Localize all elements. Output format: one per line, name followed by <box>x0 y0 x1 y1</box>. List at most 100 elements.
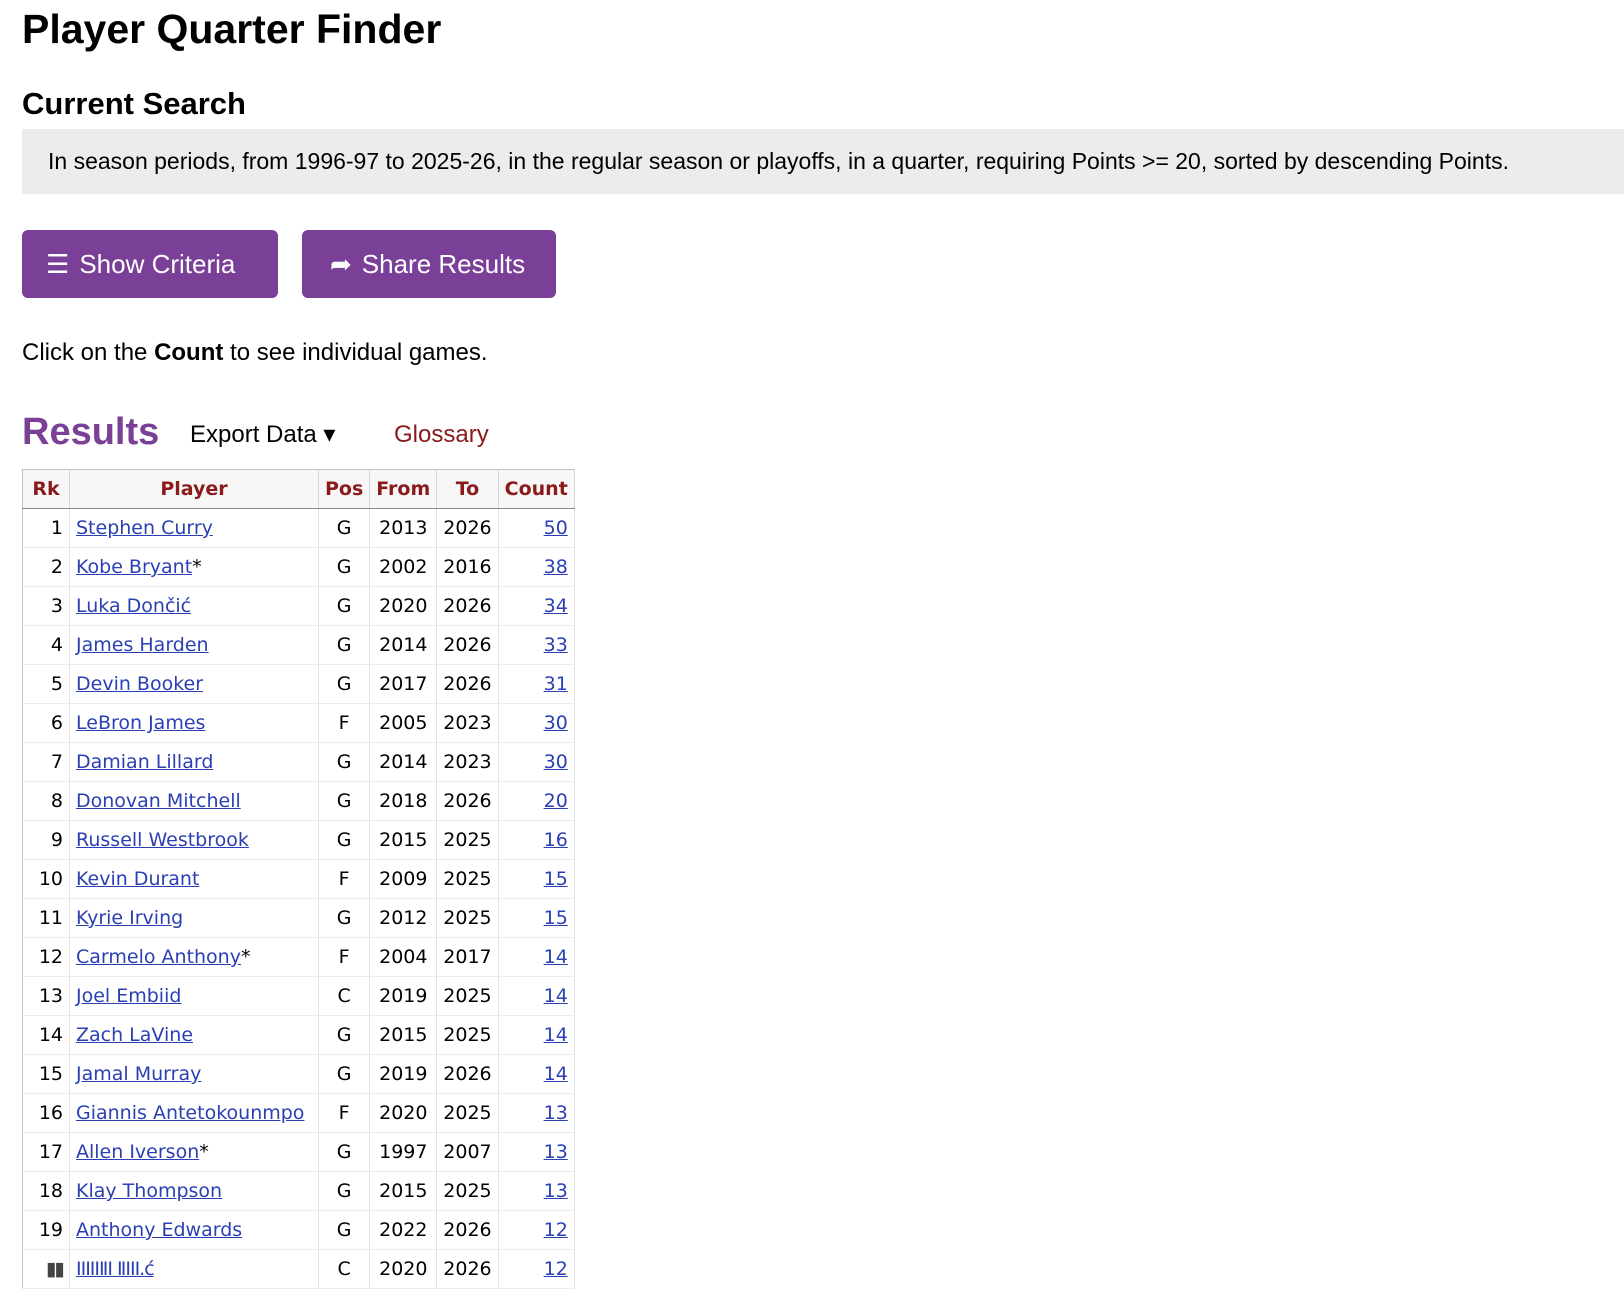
glossary-link[interactable]: Glossary <box>394 421 489 449</box>
player-link[interactable]: Devin Booker <box>76 673 203 695</box>
table-row: 18 Klay Thompson G 2015 2025 13 <box>22 1171 575 1211</box>
rank-cell: 4 <box>22 625 70 665</box>
count-link[interactable]: 38 <box>544 556 568 578</box>
header-player[interactable]: Player <box>69 469 319 509</box>
from-cell: 2015 <box>369 1171 438 1211</box>
rank-value: 2 <box>50 556 63 578</box>
show-criteria-button[interactable]: ☰ Show Criteria <box>22 230 278 298</box>
player-link[interactable]: Damian Lillard <box>76 751 213 773</box>
position-cell: G <box>318 1015 371 1055</box>
count-link[interactable]: 33 <box>544 634 568 656</box>
player-link[interactable]: Jamal Murray <box>76 1063 201 1085</box>
rank-value: 16 <box>38 1102 63 1124</box>
to-cell: 2026 <box>436 586 499 626</box>
position-cell: G <box>318 625 371 665</box>
count-cell: 13 <box>498 1132 575 1172</box>
position-cell: G <box>318 1054 371 1094</box>
table-row: 17 Allen Iverson* G 1997 2007 13 <box>22 1132 575 1172</box>
count-link[interactable]: 13 <box>544 1102 568 1124</box>
player-link[interactable]: Russell Westbrook <box>76 829 249 851</box>
count-link[interactable]: 13 <box>544 1141 568 1163</box>
player-link[interactable]: Kyrie Irving <box>76 907 183 929</box>
header-count[interactable]: Count <box>498 469 575 509</box>
from-cell: 2017 <box>369 664 438 704</box>
results-table-body: 1 Stephen Curry G 2013 2026 50 2 Kobe Bryant* G 2… <box>22 508 575 1289</box>
count-link[interactable]: 30 <box>544 751 568 773</box>
player-link[interactable]: James Harden <box>76 634 209 656</box>
from-cell: 2014 <box>369 625 438 665</box>
player-link[interactable]: Kevin Durant <box>76 868 199 890</box>
current-search-summary: In season periods, from 1996-97 to 2025-… <box>22 129 1624 194</box>
rank-value: 10 <box>38 868 63 890</box>
position-cell: F <box>318 1093 371 1133</box>
rank-value: 12 <box>38 946 63 968</box>
player-cell: James Harden <box>69 625 319 665</box>
player-link[interactable]: Allen Iverson <box>76 1141 199 1163</box>
player-link[interactable]: Giannis Antetokounmpo <box>76 1102 304 1124</box>
count-link[interactable]: 50 <box>544 517 568 539</box>
player-cell: Giannis Antetokounmpo <box>69 1093 319 1133</box>
player-link[interactable]: Klay Thompson <box>76 1180 222 1202</box>
player-link[interactable]: Donovan Mitchell <box>76 790 241 812</box>
table-row: ▮▮ ⅠⅠⅠⅠⅠⅡⅠ ⅡⅠⅠⅠ.ć C 2020 2026 12 <box>22 1249 575 1289</box>
count-link[interactable]: 12 <box>544 1219 568 1241</box>
table-row: 4 James Harden G 2014 2026 33 <box>22 625 575 665</box>
header-pos[interactable]: Pos <box>318 469 371 509</box>
rank-cell: ▮▮ <box>22 1249 70 1289</box>
table-row: 1 Stephen Curry G 2013 2026 50 <box>22 508 575 548</box>
rank-value: 18 <box>38 1180 63 1202</box>
count-cell: 31 <box>498 664 575 704</box>
count-link[interactable]: 31 <box>544 673 568 695</box>
hint-bold: Count <box>154 339 224 366</box>
count-link[interactable]: 34 <box>544 595 568 617</box>
table-row: 16 Giannis Antetokounmpo F 2020 2025 13 <box>22 1093 575 1133</box>
from-cell: 2018 <box>369 781 438 821</box>
header-to[interactable]: To <box>436 469 499 509</box>
rank-cell: 6 <box>22 703 70 743</box>
table-row: 9 Russell Westbrook G 2015 2025 16 <box>22 820 575 860</box>
hint-suffix: to see individual games. <box>230 339 488 366</box>
player-link[interactable]: Zach LaVine <box>76 1024 193 1046</box>
page: Player Quarter Finder Current Search In … <box>0 0 1624 1289</box>
player-cell: Kevin Durant <box>69 859 319 899</box>
header-from[interactable]: From <box>369 469 438 509</box>
player-link[interactable]: Kobe Bryant <box>76 556 192 578</box>
rank-cell: 15 <box>22 1054 70 1094</box>
header-rk[interactable]: Rk <box>22 469 70 509</box>
player-link[interactable]: LeBron James <box>76 712 205 734</box>
player-link[interactable]: Carmelo Anthony <box>76 946 241 968</box>
count-cell: 30 <box>498 703 575 743</box>
count-link[interactable]: 15 <box>544 868 568 890</box>
count-link[interactable]: 15 <box>544 907 568 929</box>
player-cell: Kyrie Irving <box>69 898 319 938</box>
rank-value: 3 <box>50 595 63 617</box>
player-cell: Joel Embiid <box>69 976 319 1016</box>
count-link[interactable]: 13 <box>544 1180 568 1202</box>
position-cell: G <box>318 1132 371 1172</box>
count-link[interactable]: 12 <box>544 1258 568 1280</box>
position-cell: C <box>318 1249 371 1289</box>
from-cell: 2019 <box>369 976 438 1016</box>
player-link[interactable]: Stephen Curry <box>76 517 213 539</box>
count-link[interactable]: 14 <box>544 985 568 1007</box>
player-link[interactable]: Anthony Edwards <box>76 1219 242 1241</box>
count-link[interactable]: 30 <box>544 712 568 734</box>
player-link[interactable]: ⅠⅠⅠⅠⅠⅡⅠ ⅡⅠⅠⅠ.ć <box>76 1258 155 1280</box>
rank-cell: 5 <box>22 664 70 704</box>
rank-cell: 12 <box>22 937 70 977</box>
count-link[interactable]: 16 <box>544 829 568 851</box>
count-link[interactable]: 14 <box>544 1063 568 1085</box>
export-data-dropdown[interactable]: Export Data ▾ <box>190 420 335 449</box>
player-link[interactable]: Luka Dončić <box>76 595 191 617</box>
count-link[interactable]: 14 <box>544 1024 568 1046</box>
player-cell: Zach LaVine <box>69 1015 319 1055</box>
menu-icon: ☰ <box>46 249 70 279</box>
player-link[interactable]: Joel Embiid <box>76 985 181 1007</box>
count-link[interactable]: 14 <box>544 946 568 968</box>
count-cell: 12 <box>498 1249 575 1289</box>
table-row: 8 Donovan Mitchell G 2018 2026 20 <box>22 781 575 821</box>
count-cell: 13 <box>498 1171 575 1211</box>
share-results-button[interactable]: ➦ Share Results <box>302 230 556 298</box>
position-cell: G <box>318 742 371 782</box>
count-link[interactable]: 20 <box>544 790 568 812</box>
